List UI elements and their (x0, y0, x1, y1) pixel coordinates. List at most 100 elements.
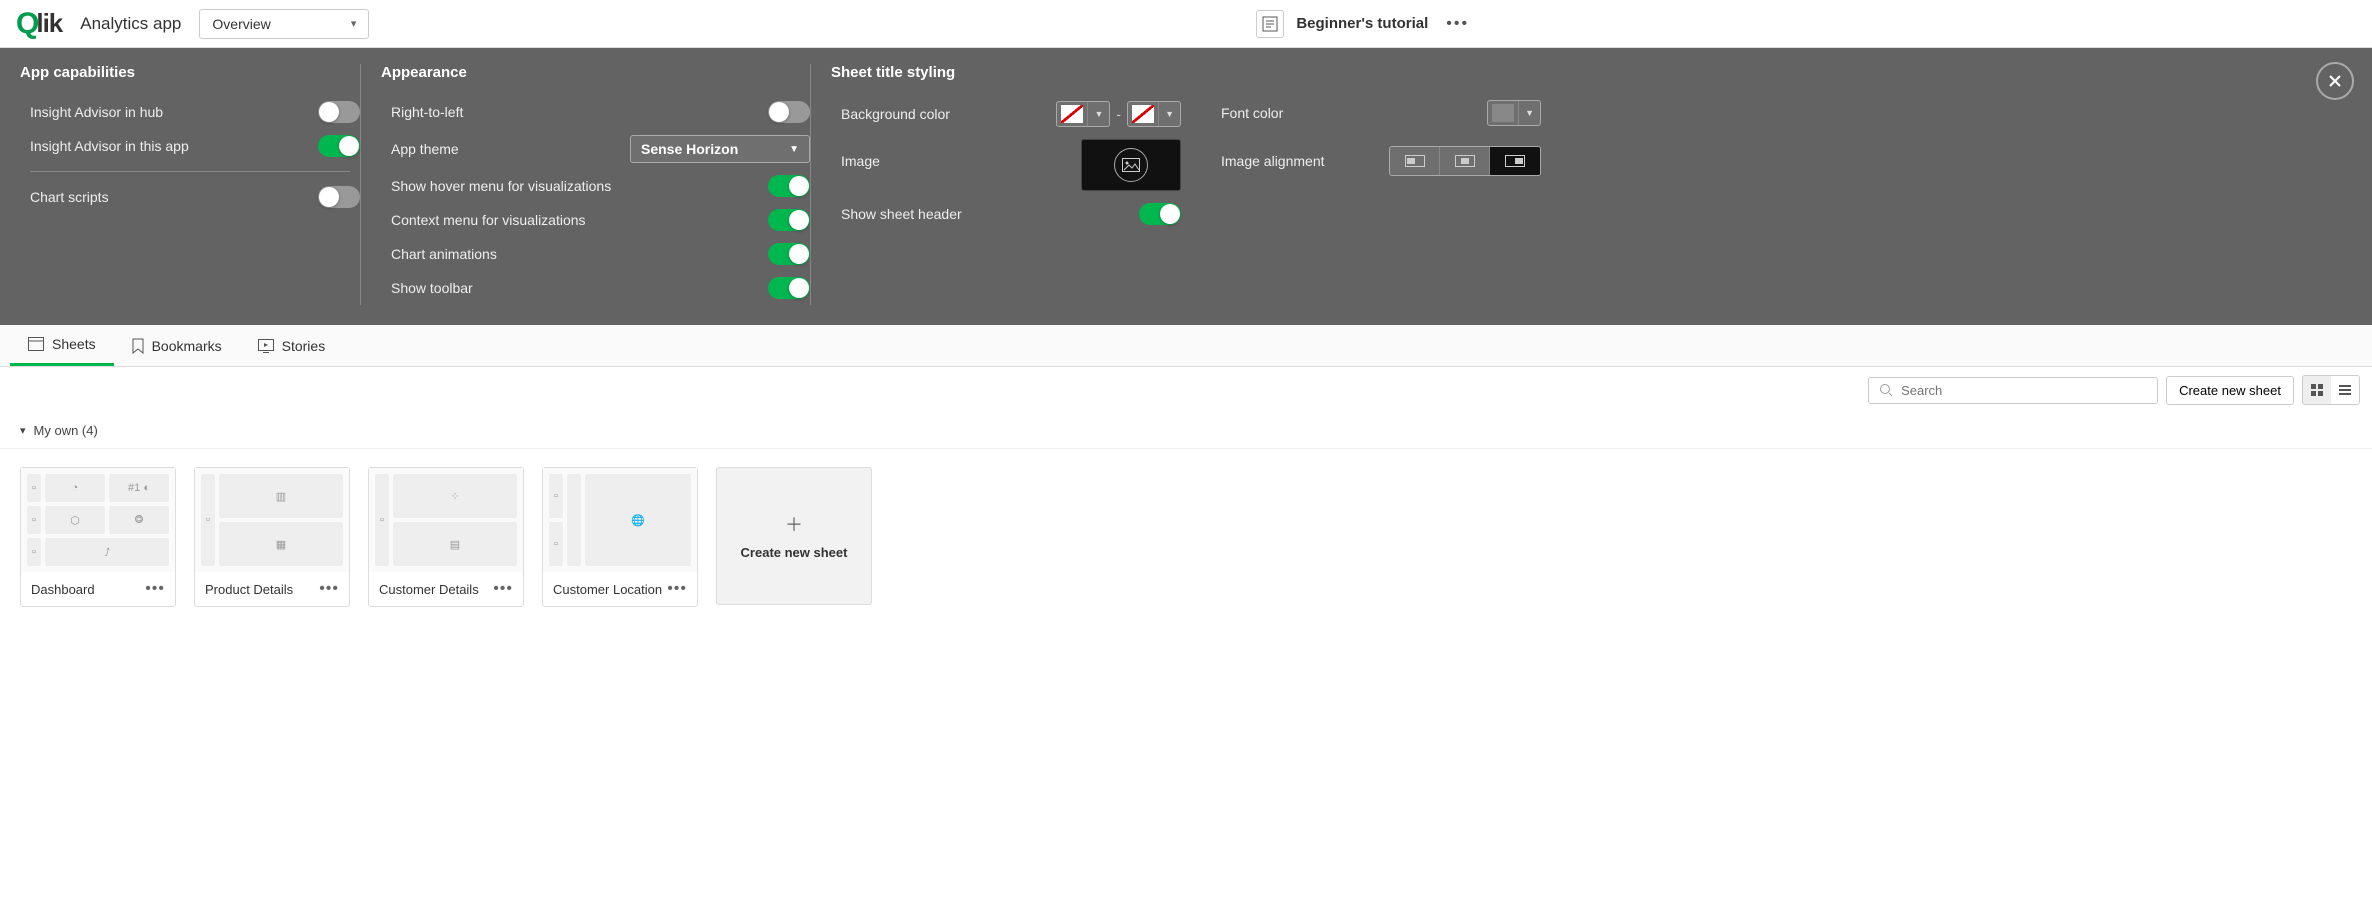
color-swatch-none-icon (1132, 105, 1154, 123)
chevron-down-icon: ▼ (1158, 102, 1180, 126)
tab-bookmarks-label: Bookmarks (152, 338, 222, 354)
image-picker-button[interactable] (1081, 139, 1181, 191)
insight-advisor-hub-row: Insight Advisor in hub (20, 95, 360, 129)
chart-anim-row: Chart animations (381, 237, 810, 271)
context-menu-toggle[interactable] (768, 209, 810, 231)
hover-menu-label: Show hover menu for visualizations (391, 178, 611, 194)
logo-q: Q (16, 7, 38, 41)
app-capabilities-section: App capabilities Insight Advisor in hub … (20, 64, 360, 305)
show-sheet-header-toggle[interactable] (1139, 203, 1181, 225)
font-color-dropdown[interactable]: ▼ (1487, 100, 1541, 126)
sheet-card-more-button[interactable]: ••• (493, 580, 513, 598)
close-settings-button[interactable] (2316, 62, 2354, 100)
tab-bookmarks[interactable]: Bookmarks (114, 325, 240, 366)
sheet-card-title: Dashboard (31, 582, 95, 597)
create-new-sheet-button[interactable]: Create new sheet (2166, 376, 2294, 405)
chevron-down-icon: ▾ (20, 424, 26, 437)
top-header: Qlik Analytics app Overview ▾ Beginner's… (0, 0, 2372, 48)
show-toolbar-row: Show toolbar (381, 271, 810, 305)
insight-advisor-app-label: Insight Advisor in this app (30, 138, 189, 154)
chevron-down-icon: ▾ (351, 17, 357, 30)
sheets-toolbar: Create new sheet (0, 367, 2372, 413)
sheet-card-title: Customer Details (379, 582, 479, 597)
color-swatch-grey-icon (1492, 104, 1514, 122)
app-capabilities-title: App capabilities (20, 64, 360, 81)
search-icon (1879, 383, 1893, 397)
sheet-title-styling-section: Sheet title styling Background color ▼ -… (810, 64, 2352, 305)
more-menu-button[interactable]: ••• (1446, 15, 1469, 33)
insight-advisor-app-toggle[interactable] (318, 135, 360, 157)
rtl-toggle[interactable] (768, 101, 810, 123)
sheets-grid: ▫◔#1 ◐ ▫⬡⭗ ▫⭜ Dashboard ••• ▫ ▥ ▦ Produc… (0, 449, 2372, 625)
font-color-label: Font color (1221, 105, 1283, 121)
chart-scripts-toggle[interactable] (318, 186, 360, 208)
chart-anim-toggle[interactable] (768, 243, 810, 265)
create-new-sheet-card[interactable]: ＋ Create new sheet (716, 467, 872, 605)
align-right-button[interactable] (1490, 147, 1540, 175)
chart-scripts-label: Chart scripts (30, 189, 109, 205)
chevron-down-icon: ▼ (1087, 102, 1109, 126)
app-settings-panel: App capabilities Insight Advisor in hub … (0, 48, 2372, 325)
my-own-label: My own (4) (34, 423, 98, 438)
app-theme-select[interactable]: Sense Horizon ▼ (630, 135, 810, 163)
show-toolbar-label: Show toolbar (391, 280, 473, 296)
sheet-card-product-details[interactable]: ▫ ▥ ▦ Product Details ••• (194, 467, 350, 607)
image-label: Image (841, 139, 880, 169)
app-theme-value: Sense Horizon (641, 141, 738, 157)
image-row: Image (831, 133, 1181, 197)
view-mode-toggle (2302, 375, 2360, 405)
sheet-card-more-button[interactable]: ••• (145, 580, 165, 598)
sheet-card-more-button[interactable]: ••• (319, 580, 339, 598)
sheet-card-dashboard[interactable]: ▫◔#1 ◐ ▫⬡⭗ ▫⭜ Dashboard ••• (20, 467, 176, 607)
image-alignment-row: Image alignment (1221, 132, 1541, 182)
bg-color-label: Background color (841, 106, 950, 122)
grid-icon (2310, 383, 2324, 397)
list-view-button[interactable] (2331, 376, 2359, 404)
tab-stories-label: Stories (282, 338, 326, 354)
hover-menu-toggle[interactable] (768, 175, 810, 197)
stories-icon (258, 339, 274, 353)
bg-color-row: Background color ▼ - ▼ (831, 95, 1181, 133)
sheet-card-customer-details[interactable]: ▫ ⁘ ▤ Customer Details ••• (368, 467, 524, 607)
rtl-label: Right-to-left (391, 104, 463, 120)
rtl-row: Right-to-left (381, 95, 810, 129)
sheet-thumbnail: ▫ ⁘ ▤ (369, 468, 523, 572)
grid-view-button[interactable] (2303, 376, 2331, 404)
insight-advisor-hub-toggle[interactable] (318, 101, 360, 123)
align-center-button[interactable] (1440, 147, 1490, 175)
sheet-card-customer-location[interactable]: ▫🌐 ▫ Customer Location ••• (542, 467, 698, 607)
bg-color-start-dropdown[interactable]: ▼ (1056, 101, 1110, 127)
image-alignment-group (1389, 146, 1541, 176)
sheet-card-more-button[interactable]: ••• (667, 580, 687, 598)
sheet-title-styling-title: Sheet title styling (831, 64, 1181, 81)
align-right-icon (1505, 155, 1525, 167)
view-selector-dropdown[interactable]: Overview ▾ (199, 9, 369, 39)
tutorial-title: Beginner's tutorial (1296, 15, 1428, 32)
insight-advisor-app-row: Insight Advisor in this app (20, 129, 360, 163)
insight-advisor-hub-label: Insight Advisor in hub (30, 104, 163, 120)
chevron-down-icon: ▼ (1518, 101, 1540, 125)
tutorial-icon[interactable] (1256, 10, 1284, 38)
search-box[interactable] (1868, 377, 2158, 404)
my-own-section-header[interactable]: ▾ My own (4) (0, 413, 2372, 449)
divider (30, 171, 350, 172)
sheet-thumbnail: ▫ ▥ ▦ (195, 468, 349, 572)
bg-color-end-dropdown[interactable]: ▼ (1127, 101, 1181, 127)
show-sheet-header-label: Show sheet header (841, 206, 962, 222)
show-toolbar-toggle[interactable] (768, 277, 810, 299)
search-input[interactable] (1901, 383, 2147, 398)
view-selector-label: Overview (212, 16, 270, 32)
sheet-card-title: Customer Location (553, 582, 662, 597)
dash-separator: - (1116, 106, 1121, 122)
sheets-icon (28, 337, 44, 351)
tab-sheets[interactable]: Sheets (10, 325, 114, 366)
show-sheet-header-row: Show sheet header (831, 197, 1181, 231)
appearance-title: Appearance (381, 64, 810, 81)
tab-stories[interactable]: Stories (240, 325, 344, 366)
chart-scripts-row: Chart scripts (20, 180, 360, 214)
align-left-button[interactable] (1390, 147, 1440, 175)
app-name: Analytics app (80, 14, 181, 34)
list-icon (2338, 383, 2352, 397)
header-center: Beginner's tutorial ••• (369, 10, 2356, 38)
close-icon (2328, 74, 2342, 88)
